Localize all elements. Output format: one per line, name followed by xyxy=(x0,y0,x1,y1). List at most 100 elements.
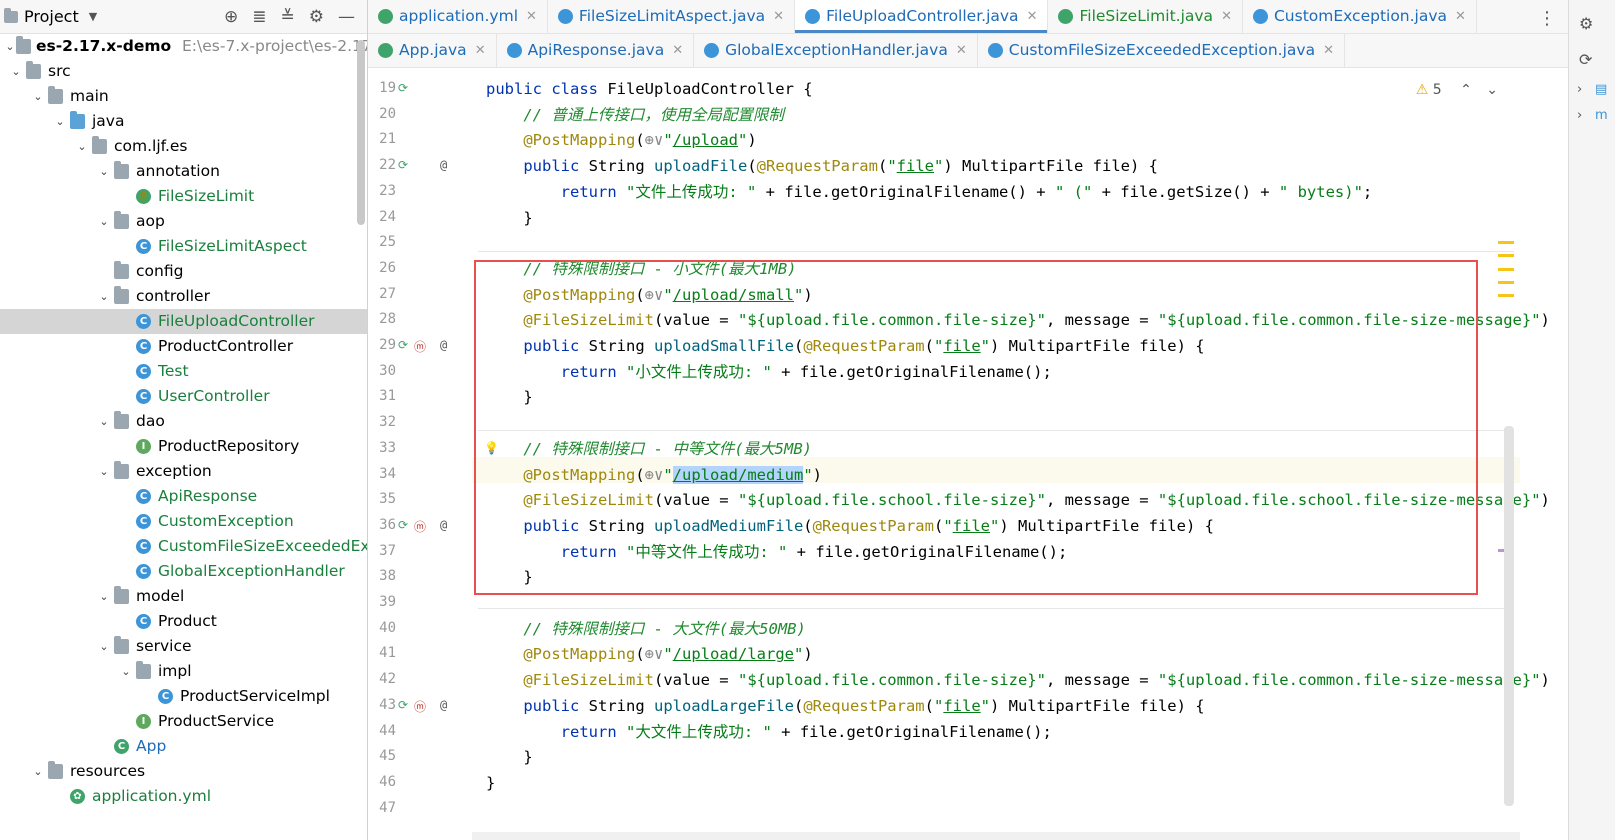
locate-icon[interactable]: ⊕ xyxy=(224,7,238,27)
editor-tab[interactable]: FileSizeLimitAspect.java ✕ xyxy=(548,0,796,33)
warning-marker[interactable] xyxy=(1498,281,1514,284)
tree-item[interactable]: C Product xyxy=(0,609,367,634)
tree-item[interactable]: C CustomFileSizeExceededExc xyxy=(0,534,367,559)
close-icon[interactable]: ✕ xyxy=(773,9,784,24)
tree-item[interactable]: ⌄ java xyxy=(0,109,367,134)
maven-icon[interactable]: m xyxy=(1595,108,1608,123)
refresh-icon[interactable]: ⟳ xyxy=(1579,50,1592,69)
tree-item[interactable]: ⌄ main xyxy=(0,84,367,109)
editor-tab[interactable]: ApiResponse.java ✕ xyxy=(497,33,695,67)
chevron-down-icon[interactable]: ⌄ xyxy=(10,59,22,84)
close-icon[interactable]: ✕ xyxy=(475,43,486,58)
editor-tab[interactable]: CustomException.java ✕ xyxy=(1243,0,1477,33)
tree-item[interactable]: C App xyxy=(0,734,367,759)
inspection-widget[interactable]: ⚠ 5 ⌃ ⌄ xyxy=(1416,82,1498,98)
tree-item[interactable]: ⌄ com.ljf.es xyxy=(0,134,367,159)
method-icon[interactable]: ⓜ xyxy=(414,338,426,355)
chevron-down-icon[interactable]: ⌄ xyxy=(98,409,110,434)
tree-item[interactable]: ⌄ controller xyxy=(0,284,367,309)
chevron-down-icon[interactable]: ⌄ xyxy=(32,759,44,784)
endpoint-icon[interactable]: ⟳ xyxy=(398,698,408,712)
database-icon[interactable]: ▤ xyxy=(1595,82,1607,97)
editor-tab[interactable]: application.yml ✕ xyxy=(368,0,548,33)
editor-tab[interactable]: GlobalExceptionHandler.java ✕ xyxy=(694,33,978,67)
chevron-down-icon[interactable]: ▼ xyxy=(89,10,97,23)
warning-marker[interactable] xyxy=(1498,294,1514,297)
tree-item[interactable]: ⌄ model xyxy=(0,584,367,609)
tree-item[interactable]: ⌄ aop xyxy=(0,209,367,234)
tree-scrollbar[interactable] xyxy=(357,40,365,225)
tree-root[interactable]: ⌄ es-2.17.x-demo E:\es-7.x-project\es-2.… xyxy=(0,34,367,59)
annotation-gutter-icon[interactable]: @ xyxy=(440,698,447,712)
tree-item[interactable]: C CustomException xyxy=(0,509,367,534)
tree-item[interactable]: ✿ application.yml xyxy=(0,784,367,809)
editor-hscrollbar[interactable] xyxy=(472,832,1520,840)
tree-item[interactable]: ⌄ resources xyxy=(0,759,367,784)
tree-item[interactable]: C UserController xyxy=(0,384,367,409)
close-icon[interactable]: ✕ xyxy=(1221,9,1232,24)
chevron-down-icon[interactable]: ⌄ xyxy=(76,134,88,159)
chevron-down-icon[interactable]: ⌄ xyxy=(1486,82,1498,98)
close-icon[interactable]: ✕ xyxy=(672,43,683,58)
close-icon[interactable]: ✕ xyxy=(1323,43,1334,58)
editor-tab[interactable]: FileSizeLimit.java ✕ xyxy=(1048,0,1243,33)
gear-icon[interactable]: ⚙ xyxy=(309,7,324,27)
chevron-down-icon[interactable]: ⌄ xyxy=(98,159,110,184)
tree-item[interactable]: C GlobalExceptionHandler xyxy=(0,559,367,584)
tree-item[interactable]: C Test xyxy=(0,359,367,384)
tree-item[interactable]: C ApiResponse xyxy=(0,484,367,509)
expand-all-icon[interactable]: ≣ xyxy=(252,7,266,27)
close-icon[interactable]: ✕ xyxy=(1455,9,1466,24)
tree-item[interactable]: C FileUploadController xyxy=(0,309,367,334)
chevron-down-icon[interactable]: ⌄ xyxy=(120,659,132,684)
more-icon[interactable]: ⋮ xyxy=(1538,8,1556,29)
chevron-down-icon[interactable]: ⌄ xyxy=(98,634,110,659)
endpoint-icon[interactable]: ⟳ xyxy=(398,158,408,172)
warning-marker[interactable] xyxy=(1498,268,1514,271)
tree-item[interactable]: config xyxy=(0,259,367,284)
warning-marker[interactable] xyxy=(1498,254,1514,257)
tree-item[interactable]: ⌄ service xyxy=(0,634,367,659)
chevron-right-icon[interactable]: › xyxy=(1577,82,1582,97)
run-icon[interactable]: ⟳ xyxy=(398,81,408,95)
tree-item[interactable]: ⌄ annotation xyxy=(0,159,367,184)
method-icon[interactable]: ⓜ xyxy=(414,518,426,535)
annotation-gutter-icon[interactable]: @ xyxy=(440,518,447,532)
close-icon[interactable]: ✕ xyxy=(1027,9,1038,24)
tree-item[interactable]: C FileSizeLimitAspect xyxy=(0,234,367,259)
chevron-down-icon[interactable]: ⌄ xyxy=(32,84,44,109)
chevron-down-icon[interactable]: ⌄ xyxy=(98,584,110,609)
annotation-gutter-icon[interactable]: @ xyxy=(440,158,447,172)
hide-icon[interactable]: — xyxy=(338,7,355,27)
editor-tab[interactable]: CustomFileSizeExceededException.java ✕ xyxy=(978,33,1345,67)
editor-tab[interactable]: App.java ✕ xyxy=(368,33,497,67)
tree-item[interactable]: C ProductServiceImpl xyxy=(0,684,367,709)
chevron-up-icon[interactable]: ⌃ xyxy=(1460,82,1472,98)
tree-item[interactable]: ⌄ impl xyxy=(0,659,367,684)
chevron-down-icon[interactable]: ⌄ xyxy=(98,459,110,484)
tree-item[interactable]: ⌄ exception xyxy=(0,459,367,484)
chevron-down-icon[interactable]: ⌄ xyxy=(98,209,110,234)
tree-item[interactable]: ⌄ dao xyxy=(0,409,367,434)
collapse-all-icon[interactable]: ≚ xyxy=(281,7,295,27)
editor-scrollbar[interactable] xyxy=(1504,426,1514,806)
line-gutter[interactable]: 19 ⟳ 20 21 22 ⟳ @23 24 25 26 27 28 29 ⟳ ⓜ @30 31 32 33 34 35… xyxy=(368,76,472,840)
endpoint-icon[interactable]: ⟳ xyxy=(398,518,408,532)
chevron-right-icon[interactable]: › xyxy=(1577,108,1582,123)
tree-item[interactable]: C ProductController xyxy=(0,334,367,359)
editor-tab[interactable]: FileUploadController.java ✕ xyxy=(795,0,1049,33)
chevron-down-icon[interactable]: ⌄ xyxy=(98,284,110,309)
endpoint-icon[interactable]: ⟳ xyxy=(398,338,408,352)
method-icon[interactable]: ⓜ xyxy=(414,698,426,715)
annotation-gutter-icon[interactable]: @ xyxy=(440,338,447,352)
warning-marker[interactable] xyxy=(1498,241,1514,244)
gear-icon[interactable]: ⚙ xyxy=(1579,14,1593,33)
code-editor[interactable]: 19 ⟳ 20 21 22 ⟳ @23 24 25 26 27 28 29 ⟳ ⓜ @30 31 32 33 34 35… xyxy=(368,76,1568,840)
chevron-down-icon[interactable]: ⌄ xyxy=(4,34,16,59)
chevron-down-icon[interactable]: ⌄ xyxy=(54,109,66,134)
project-title[interactable]: Project xyxy=(24,7,79,26)
tree-item[interactable]: I ProductService xyxy=(0,709,367,734)
close-icon[interactable]: ✕ xyxy=(956,43,967,58)
close-icon[interactable]: ✕ xyxy=(526,9,537,24)
tree-item[interactable]: I ProductRepository xyxy=(0,434,367,459)
